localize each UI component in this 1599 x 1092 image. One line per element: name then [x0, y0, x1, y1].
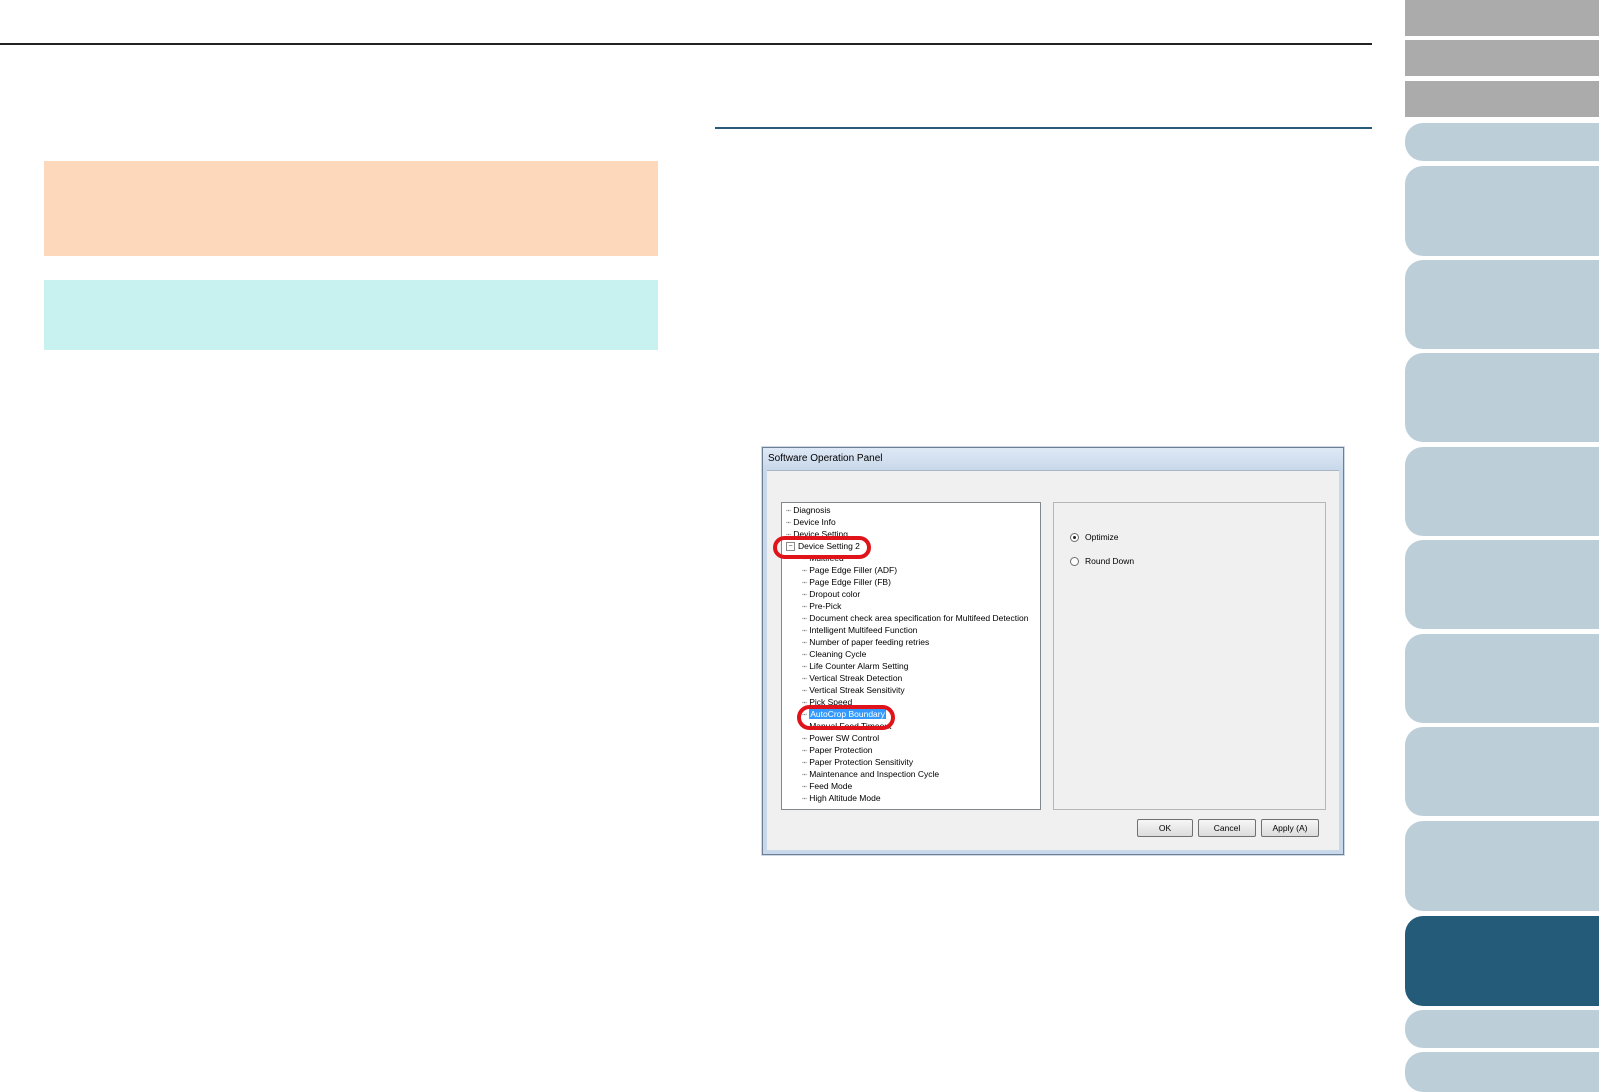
nav-tab-4[interactable] — [1405, 353, 1599, 442]
tree-child[interactable]: ⋯ Vertical Streak Detection — [802, 673, 902, 684]
dialog-titlebar[interactable]: Software Operation Panel — [763, 448, 1343, 470]
tree-item-diagnosis[interactable]: ⋯ Diagnosis — [786, 505, 831, 516]
attention-box — [44, 161, 658, 256]
tree-child[interactable]: ⋯ Page Edge Filler (ADF) — [802, 565, 897, 576]
nav-tab-top-2[interactable] — [1405, 40, 1599, 76]
nav-tab-top-1[interactable] — [1405, 0, 1599, 36]
options-panel: Optimize Round Down — [1053, 502, 1326, 810]
tree-child[interactable]: ⋯ Paper Protection — [802, 745, 873, 756]
header-rule — [0, 43, 1372, 45]
highlight-autocrop-boundary — [797, 705, 895, 730]
dialog-frame-bottom — [763, 850, 1343, 854]
nav-tab-8[interactable] — [1405, 727, 1599, 816]
tree-child[interactable]: ⋯ Paper Protection Sensitivity — [802, 757, 913, 768]
nav-tab-3[interactable] — [1405, 260, 1599, 349]
tree-child[interactable]: ⋯ High Altitude Mode — [802, 793, 881, 804]
nav-tab-active[interactable] — [1405, 916, 1599, 1006]
section-rule — [715, 127, 1372, 129]
tree-child[interactable]: ⋯ Cleaning Cycle — [802, 649, 866, 660]
tree-child[interactable]: ⋯ Intelligent Multifeed Function — [802, 625, 917, 636]
tree-child[interactable]: ⋯ Document check area specification for … — [802, 613, 1028, 624]
tree-child[interactable]: ⋯ Power SW Control — [802, 733, 879, 744]
tree-child[interactable]: ⋯ Dropout color — [802, 589, 860, 600]
tree-child[interactable]: ⋯ Vertical Streak Sensitivity — [802, 685, 905, 696]
radio-unchecked-icon[interactable] — [1070, 557, 1079, 567]
nav-tab-6[interactable] — [1405, 540, 1599, 629]
dialog-title: Software Operation Panel — [768, 453, 883, 464]
nav-tab-7[interactable] — [1405, 634, 1599, 723]
nav-tab-10[interactable] — [1405, 1010, 1599, 1048]
highlight-device-setting-2 — [773, 536, 871, 559]
radio-checked-icon[interactable] — [1070, 533, 1079, 543]
cancel-button[interactable]: Cancel — [1198, 819, 1256, 837]
nav-tab-11[interactable] — [1405, 1052, 1599, 1092]
dialog-frame-left — [763, 470, 767, 854]
nav-tab-1[interactable] — [1405, 123, 1599, 161]
tree-child[interactable]: ⋯ Number of paper feeding retries — [802, 637, 929, 648]
radio-optimize[interactable]: Optimize — [1070, 532, 1119, 543]
hint-box — [44, 280, 658, 350]
tree-item-device-info[interactable]: ⋯ Device Info — [786, 517, 836, 528]
apply-button[interactable]: Apply (A) — [1261, 819, 1319, 837]
tree-child[interactable]: ⋯ Page Edge Filler (FB) — [802, 577, 891, 588]
tree-child[interactable]: ⋯ Maintenance and Inspection Cycle — [802, 769, 939, 780]
nav-tab-9[interactable] — [1405, 821, 1599, 911]
tree-child[interactable]: ⋯ Life Counter Alarm Setting — [802, 661, 908, 672]
dialog-frame-right — [1339, 470, 1343, 854]
nav-tab-5[interactable] — [1405, 447, 1599, 536]
ok-button[interactable]: OK — [1137, 819, 1193, 837]
nav-tab-2[interactable] — [1405, 166, 1599, 256]
tree-child[interactable]: ⋯ Pre-Pick — [802, 601, 841, 612]
software-operation-panel-dialog: Software Operation Panel ⋯ Diagnosis ⋯ D… — [762, 447, 1344, 855]
radio-round-down[interactable]: Round Down — [1070, 556, 1134, 567]
dialog-client: ⋯ Diagnosis ⋯ Device Info ⋯ Device Setti… — [767, 470, 1339, 850]
tree-child[interactable]: ⋯ Feed Mode — [802, 781, 852, 792]
nav-tab-top-3[interactable] — [1405, 81, 1599, 117]
